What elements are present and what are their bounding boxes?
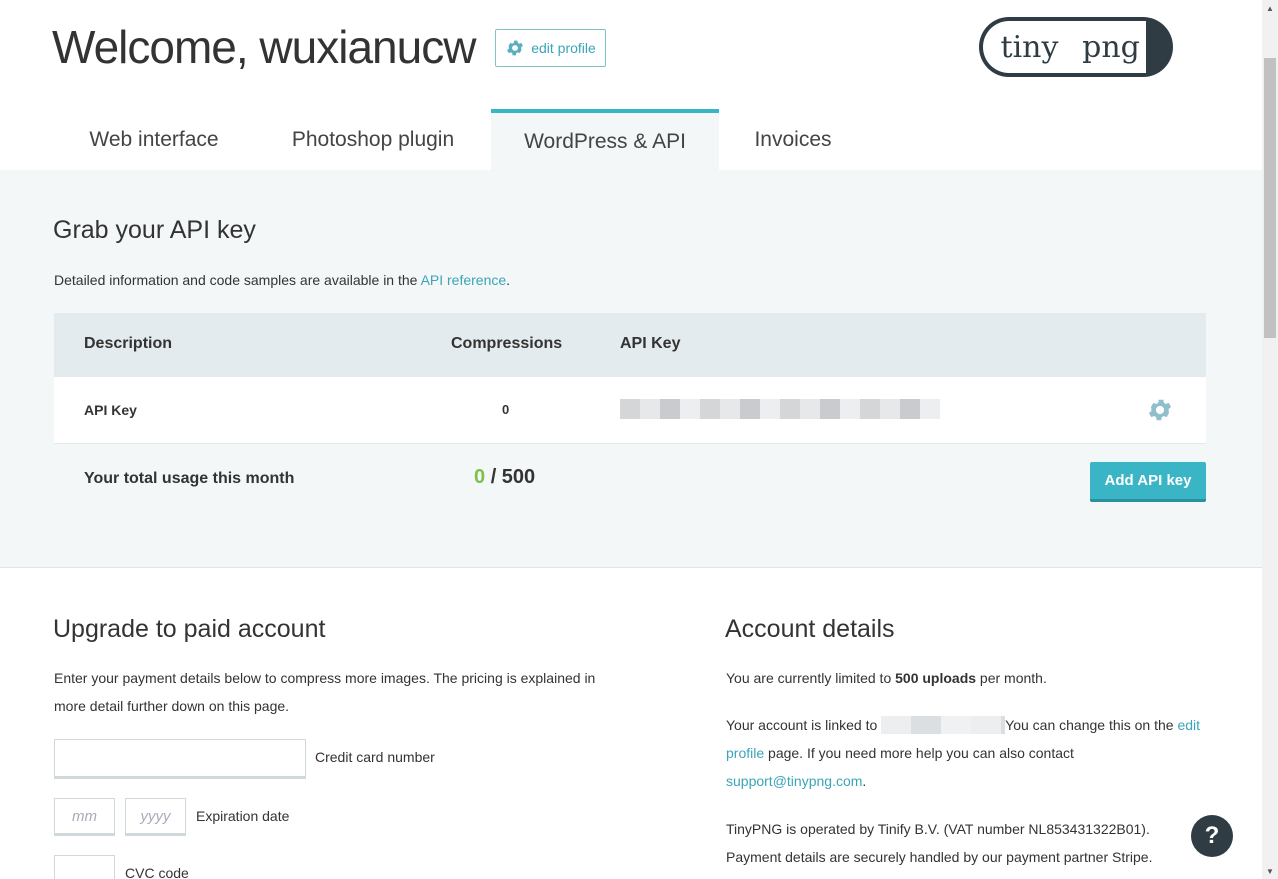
table-row: API Key 0 — [54, 377, 1206, 444]
linked-suffix: page. If you need more help you can also… — [764, 745, 1074, 761]
credit-card-input[interactable] — [54, 739, 306, 779]
gear-icon[interactable] — [1146, 396, 1174, 424]
edit-profile-button[interactable]: edit profile — [495, 29, 606, 67]
logo-text-png: png — [1076, 21, 1146, 73]
limit-prefix: You are currently limited to — [726, 670, 896, 686]
tab-wordpress-api[interactable]: WordPress & API — [491, 109, 719, 170]
usage-total: / 500 — [490, 466, 536, 488]
api-key-section: Grab your API key Detailed information a… — [0, 170, 1262, 568]
usage-row: Your total usage this month 0 / 500 Add … — [54, 444, 1206, 520]
scroll-down-icon[interactable]: ▼ — [1262, 863, 1278, 879]
usage-label: Your total usage this month — [84, 470, 295, 487]
usage-value: 0 / 500 — [474, 466, 535, 489]
api-keys-table: Description Compressions API Key API Key… — [54, 313, 1206, 520]
help-button[interactable]: ? — [1191, 815, 1233, 857]
gear-icon — [507, 40, 524, 56]
api-key-value-redacted — [620, 399, 940, 419]
limit-value: 500 uploads — [895, 670, 977, 686]
account-linked-text: Your account is linked to You can change… — [726, 711, 1206, 795]
edit-profile-label: edit profile — [531, 40, 596, 56]
operator-text: TinyPNG is operated by Tinify B.V. (VAT … — [726, 821, 1153, 865]
tinypng-logo[interactable]: tiny png — [979, 17, 1173, 77]
expiry-month-input[interactable] — [54, 798, 115, 836]
logo-text-tiny: tiny — [983, 21, 1076, 73]
table-header: Description Compressions API Key — [54, 313, 1206, 377]
column-compressions: Compressions — [451, 335, 563, 352]
upgrade-title: Upgrade to paid account — [53, 615, 326, 643]
support-email-link[interactable]: support@tinypng.com — [726, 773, 862, 789]
api-reference-link[interactable]: API reference — [421, 272, 507, 288]
row-compressions: 0 — [502, 402, 510, 417]
column-api-key: API Key — [620, 335, 681, 352]
cvc-label: CVC code — [125, 865, 189, 879]
logo-edge — [1146, 21, 1169, 73]
linked-mid: You can change this on the — [1005, 717, 1178, 733]
usage-used: 0 — [474, 466, 486, 488]
limit-suffix: per month. — [976, 670, 1047, 686]
api-desc-text: Detailed information and code samples ar… — [54, 272, 421, 288]
linked-prefix: Your account is linked to — [726, 717, 882, 733]
tab-bar: Web interface Photoshop plugin WordPress… — [53, 109, 867, 170]
cvc-input[interactable] — [54, 855, 115, 879]
upgrade-description: Enter your payment details below to comp… — [54, 670, 596, 714]
add-api-key-button[interactable]: Add API key — [1090, 462, 1206, 502]
linked-period: . — [862, 773, 867, 789]
api-section-title: Grab your API key — [53, 216, 256, 244]
api-section-description: Detailed information and code samples ar… — [54, 272, 510, 288]
account-limit-text: You are currently limited to 500 uploads… — [726, 664, 1206, 692]
column-description: Description — [84, 335, 173, 352]
credit-card-label: Credit card number — [315, 749, 435, 765]
expiry-label: Expiration date — [196, 808, 290, 824]
expiry-year-input[interactable] — [125, 798, 186, 836]
scrollbar-thumb[interactable] — [1264, 58, 1276, 338]
page-title: Welcome, wuxianucw — [52, 21, 476, 73]
row-description: API Key — [84, 402, 137, 418]
page: Welcome, wuxianucw edit profile tiny png… — [0, 0, 1262, 879]
linked-email-redacted — [881, 716, 1006, 734]
tab-web-interface[interactable]: Web interface — [53, 109, 255, 170]
account-details-title: Account details — [725, 615, 895, 643]
api-desc-period: . — [506, 272, 511, 288]
tab-photoshop-plugin[interactable]: Photoshop plugin — [255, 109, 491, 170]
tab-invoices[interactable]: Invoices — [719, 109, 867, 170]
scroll-up-icon[interactable]: ▲ — [1262, 0, 1278, 16]
